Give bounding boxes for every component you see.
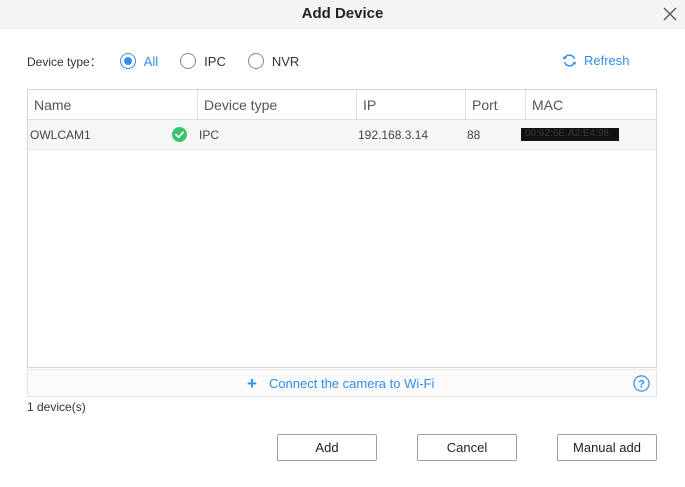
close-icon[interactable]: [661, 5, 679, 23]
radio-all-circle[interactable]: [119, 53, 136, 69]
device-count: 1 device(s): [27, 400, 86, 414]
plus-icon[interactable]: +: [247, 375, 257, 392]
device-type-label: Device type：: [27, 54, 102, 69]
mac-redaction: 00:62:6E:A2:E4:98: [521, 128, 619, 141]
check-circle-icon: [172, 127, 187, 142]
radio-nvr[interactable]: NVR: [247, 53, 299, 69]
radio-all-label[interactable]: All: [144, 54, 158, 69]
radio-nvr-label[interactable]: NVR: [272, 54, 299, 69]
device-ip: 192.168.3.14: [358, 128, 429, 142]
manual-add-button[interactable]: Manual add: [557, 434, 657, 461]
connect-wifi-label[interactable]: Connect the camera to Wi-Fi: [269, 376, 434, 391]
refresh-label[interactable]: Refresh: [584, 53, 630, 68]
radio-ipc-circle[interactable]: [180, 53, 197, 69]
dialog-titlebar: Add Device: [0, 0, 685, 29]
table-header: Name Device type IP Port MAC: [28, 90, 656, 120]
dialog-title: Add Device: [301, 5, 384, 22]
radio-ipc[interactable]: IPC: [180, 53, 226, 69]
refresh-icon[interactable]: [562, 53, 577, 68]
column-header-port[interactable]: Port: [466, 90, 526, 120]
device-type-cell: IPC: [199, 128, 220, 142]
column-header-ip[interactable]: IP: [357, 90, 466, 120]
radio-all[interactable]: All: [119, 53, 158, 69]
device-type-filter: Device type： All IPC NVR: [27, 51, 321, 71]
refresh-button[interactable]: Refresh: [562, 53, 630, 68]
column-header-device-type[interactable]: Device type: [198, 90, 357, 120]
column-header-mac[interactable]: MAC: [526, 90, 656, 120]
table-row[interactable]: OWLCAM1 IPC 192.168.3.14 88 00:62:6E:A2:…: [28, 120, 656, 150]
cancel-button[interactable]: Cancel: [417, 434, 517, 461]
wifi-bar: + Connect the camera to Wi-Fi ?: [27, 369, 657, 397]
device-table: Name Device type IP Port MAC OWLCAM1 IPC…: [27, 89, 657, 368]
help-icon[interactable]: ?: [633, 375, 650, 392]
column-header-name[interactable]: Name: [28, 90, 198, 120]
radio-nvr-circle[interactable]: [247, 53, 264, 69]
device-port: 88: [467, 128, 481, 142]
device-mac: 00:62:6E:A2:E4:98: [525, 128, 609, 139]
radio-ipc-label[interactable]: IPC: [204, 54, 226, 69]
connect-wifi-link[interactable]: + Connect the camera to Wi-Fi: [247, 375, 434, 392]
add-button[interactable]: Add: [277, 434, 377, 461]
svg-text:?: ?: [638, 379, 645, 391]
device-name: OWLCAM1: [30, 128, 91, 142]
